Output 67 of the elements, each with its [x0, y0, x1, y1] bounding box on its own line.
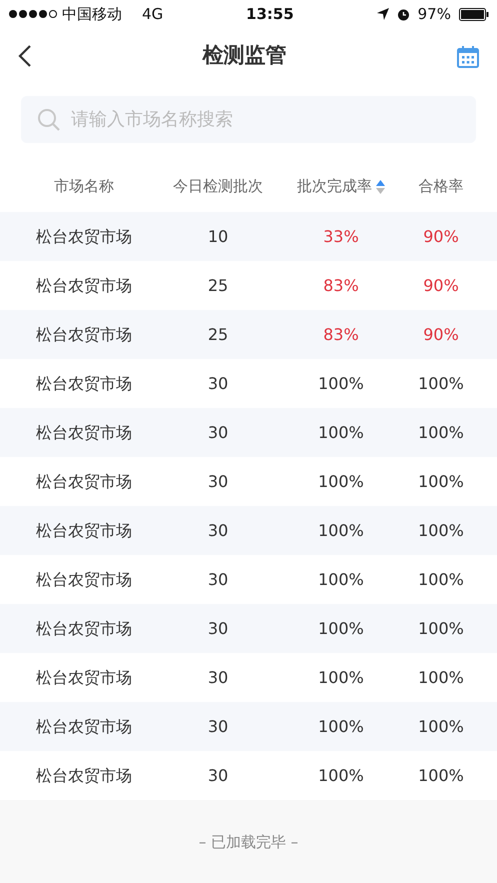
- column-header: 市场名称: [54, 176, 114, 198]
- table-cell-text: 100%: [418, 520, 464, 542]
- table-cell-text: 90%: [423, 226, 459, 248]
- location-icon: [376, 8, 389, 20]
- table-cell-text: 100%: [318, 372, 364, 394]
- table-cell-text: 33%: [323, 226, 359, 248]
- table-cell-text: 松台农贸市场: [36, 520, 132, 542]
- page-title: 检测监管: [202, 42, 286, 70]
- table-cell-text: 100%: [418, 618, 464, 640]
- table-cell-text: 90%: [423, 274, 459, 296]
- table-cell-text: 100%: [418, 716, 464, 738]
- end-of-list-text: – 已加载完毕 –: [198, 832, 298, 854]
- table-cell-text: 100%: [318, 666, 364, 688]
- column-header: 今日检测批次: [173, 176, 263, 198]
- table-cell-text: 10: [208, 226, 228, 248]
- table-cell-text: 100%: [418, 568, 464, 590]
- table-cell-text: 100%: [318, 764, 364, 786]
- table-cell-text: 松台农贸市场: [36, 666, 132, 688]
- table-cell-text: 松台农贸市场: [36, 372, 132, 394]
- table-cell-text: 松台农贸市场: [36, 422, 132, 444]
- signal-icon: [8, 9, 58, 19]
- table-cell-text: 100%: [318, 568, 364, 590]
- table-cell-text: 100%: [318, 422, 364, 444]
- table-cell-text: 100%: [318, 470, 364, 492]
- table-cell-text: 100%: [418, 470, 464, 492]
- table-cell-text: 100%: [418, 422, 464, 444]
- table-cell-text: 90%: [423, 324, 459, 346]
- table-cell-text: 松台农贸市场: [36, 764, 132, 786]
- column-header[interactable]: 批次完成率: [297, 175, 372, 198]
- table-cell-text: 83%: [323, 324, 359, 346]
- carrier-name: 中国移动: [62, 4, 122, 25]
- network-type: 4G: [142, 4, 164, 25]
- table-cell-text: 25: [208, 324, 228, 346]
- search-field[interactable]: 请输入市场名称搜索: [21, 96, 476, 143]
- table-cell-text: 松台农贸市场: [36, 274, 132, 296]
- table-cell-text: 30: [208, 618, 228, 640]
- clock-time: 13:55: [246, 4, 294, 25]
- table-cell-text: 松台农贸市场: [36, 324, 132, 346]
- table-cell-text: 松台农贸市场: [36, 568, 132, 590]
- table-cell-text: 松台农贸市场: [36, 716, 132, 738]
- sort-icon[interactable]: [376, 180, 385, 194]
- table-cell-text: 30: [208, 716, 228, 738]
- table-cell-text: 100%: [318, 520, 364, 542]
- table-cell-text: 30: [208, 520, 228, 542]
- table-cell-text: 25: [208, 274, 228, 296]
- search-icon: [37, 108, 61, 132]
- table-cell-text: 30: [208, 568, 228, 590]
- alarm-icon: [396, 8, 410, 20]
- table-cell-text: 30: [208, 666, 228, 688]
- calendar-button[interactable]: [457, 44, 479, 68]
- table-cell-text: 松台农贸市场: [36, 470, 132, 492]
- battery-icon: [458, 8, 489, 20]
- battery-percent: 97%: [418, 4, 451, 25]
- table-cell-text: 松台农贸市场: [36, 618, 132, 640]
- column-header: 合格率: [418, 176, 464, 198]
- table-cell-text: 100%: [418, 372, 464, 394]
- table-cell-text: 30: [208, 470, 228, 492]
- table-cell-text: 83%: [323, 274, 359, 296]
- table-cell-text: 100%: [318, 716, 364, 738]
- table-cell-text: 30: [208, 764, 228, 786]
- back-button[interactable]: [18, 44, 32, 68]
- table-cell-text: 30: [208, 422, 228, 444]
- table-cell-text: 100%: [318, 618, 364, 640]
- table-cell-text: 松台农贸市场: [36, 226, 132, 248]
- table-cell-text: 30: [208, 372, 228, 394]
- table-cell-text: 100%: [418, 666, 464, 688]
- table-cell-text: 100%: [418, 764, 464, 786]
